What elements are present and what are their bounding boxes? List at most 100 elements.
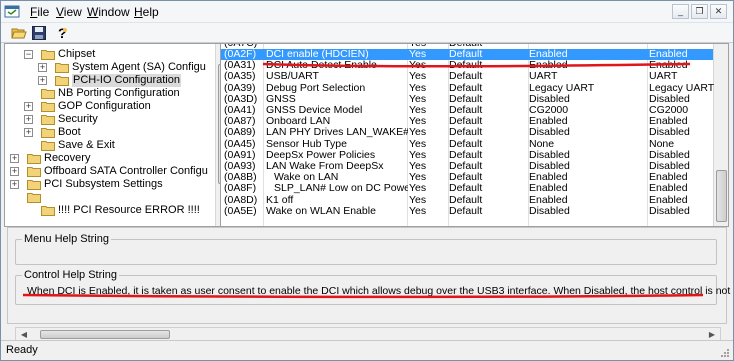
minimize-button[interactable]: _ [672,4,689,19]
grid-row[interactable]: (0A39) Debug Port Selection Yes Default Lega… [221,82,714,94]
grid-cell-current: Disabled [649,205,690,217]
menu-file[interactable]: File [30,5,49,19]
expand-icon[interactable]: + [38,76,47,85]
help-question-icon[interactable]: ? [54,25,70,41]
menu-help[interactable]: Help [134,5,159,19]
tree-item[interactable]: + Boot [5,126,213,139]
grid-row[interactable]: (0A8D) K1 off Yes Default Enabled Enabled [221,195,713,206]
grid-cell-default: Enabled [529,116,568,128]
status-bar: Ready [1,340,733,360]
tree-item[interactable]: Save & Exit [5,139,213,152]
expand-icon[interactable]: + [24,102,33,111]
menu-window[interactable]: Window [87,5,130,19]
grid-cell-id: (0A91) [224,149,256,161]
grid-cell-id: (0A41) [224,105,256,116]
menu-window-label: indow [98,5,130,19]
folder-icon [41,89,55,99]
grid-cell-id: (0A39) [224,82,256,94]
grid-cell-default: Disabled [529,149,570,161]
grid-cell-type: Default [449,49,483,60]
tree-item[interactable]: + System Agent (SA) Configu [5,61,213,74]
app-icon [4,5,20,18]
tree-item-label: NB Porting Configuration [58,87,180,99]
resize-grip-icon[interactable] [718,346,730,358]
folder-icon [41,128,55,138]
tree-item[interactable]: + PCH-IO Configuration [5,74,213,87]
tree-item[interactable]: + PCI Subsystem Settings [5,178,213,191]
grid-cell-type: Default [449,116,483,128]
grid-cell-default: None [529,138,555,150]
expand-icon[interactable]: + [38,63,47,72]
tree-item[interactable] [5,191,213,204]
grid-cell-edit: Yes [409,161,427,172]
grid-cell-id: (0A89) [224,127,256,139]
grid-cell-current: Enabled [649,172,688,184]
grid-cell-current: Legacy UART [649,82,715,94]
save-disk-icon[interactable] [31,25,47,41]
expand-icon[interactable]: + [10,154,19,163]
open-folder-icon[interactable] [11,25,27,41]
expand-icon[interactable]: + [10,167,19,176]
grid-row[interactable]: (0A91) DeepSx Power Policies Yes Default Dis… [221,150,713,161]
tree-item[interactable]: + Security [5,113,213,126]
grid-cell-edit: Yes [409,116,427,128]
grid-row[interactable]: (0A89) LAN PHY Drives LAN_WAKE# Yes Default… [221,127,713,138]
tree-item[interactable]: NB Porting Configuration [5,87,213,100]
window-buttons: _ ❐ ✕ [672,4,727,19]
tree-item[interactable]: !!!! PCI Resource ERROR !!!! [5,204,213,217]
grid-row[interactable]: (0A8B) Wake on LAN Yes Default Enabled Enable… [221,172,713,183]
grid-cell-name: LAN Wake From DeepSx [266,161,384,172]
close-button[interactable]: ✕ [710,4,727,19]
grid-cell-id: (0A45) [224,138,256,150]
grid-cell-edit: Yes [409,194,427,206]
expand-icon[interactable]: + [24,128,33,137]
expand-icon[interactable]: + [10,180,19,189]
grid-row[interactable]: (0A31) DCI Auto Detect Enable Yes Default En… [221,60,713,71]
grid-cell-edit: Yes [409,93,427,105]
grid-cell-name: DCI enable (HDCIEN) [266,49,369,60]
grid-cell-current: Disabled [649,127,690,139]
grid-cell-default: Enabled [529,194,568,206]
expand-icon[interactable]: + [24,115,33,124]
grid-cell-default: Legacy UART [529,82,595,94]
grid-cell-name: LAN PHY Drives LAN_WAKE# [266,127,408,139]
folder-icon [27,154,41,164]
grid-row[interactable]: (0A87) Onboard LAN Yes Default Enabled Enable… [221,116,713,127]
grid-cell-current: Enabled [649,116,688,128]
tree-item-label: System Agent (SA) Configu [72,61,206,73]
grid-row[interactable]: (0A8F) SLP_LAN# Low on DC Power Yes Default… [221,183,713,194]
grid-row[interactable]: (0A35) USB/UART Yes Default UART UART [221,71,713,82]
grid-row[interactable]: (0A5E) Wake on WLAN Enable Yes Default Disab… [221,206,713,217]
restore-button[interactable]: ❐ [691,4,708,19]
tree-item-label: Chipset [58,48,96,60]
collapse-icon[interactable]: − [24,50,33,59]
tree-item[interactable]: − Chipset [5,48,213,61]
menu-help-label: elp [142,5,159,19]
grid-cell-edit: Yes [409,172,427,184]
grid-row[interactable]: (0A2F) DCI enable (HDCIEN) Yes Default Enabl… [221,49,713,60]
grid-row[interactable]: (0A93) LAN Wake From DeepSx Yes Default Disa… [221,161,713,172]
control-help-text: When DCI is Enabled, it is taken as user… [27,285,733,297]
grid-cell-current: CG2000 [649,105,689,116]
grid-row[interactable]: (0A45) Sensor Hub Type Yes Default None None [221,139,713,150]
folder-icon [41,206,55,216]
grid-cell-type: Default [449,127,483,139]
grid-cell-type: Default [449,161,483,172]
tree-item[interactable]: + Recovery [5,152,213,165]
settings-grid: (0A7C) Yes Default (0A2F) DCI enable (HDCIEN… [220,43,729,227]
grid-cell-default: Enabled [529,49,568,60]
tree-item[interactable]: + Offboard SATA Controller Configu [5,165,213,178]
grid-cell-default: Enabled [529,60,568,72]
grid-cell-current: Disabled [649,149,690,161]
tree-item-label: PCH-IO Configuration [72,74,181,87]
grid-cell-id: (0A8D) [224,194,258,206]
tree-item[interactable]: + GOP Configuration [5,100,213,113]
grid-row[interactable]: (0A41) GNSS Device Model Yes Default CG2000 C… [221,105,713,116]
menu-view[interactable]: View [56,5,82,19]
grid-cell-default: Disabled [529,93,570,105]
menu-help-box: Menu Help String [15,233,717,265]
horizontal-scroll-thumb[interactable] [40,330,170,339]
grid-row[interactable]: (0A3D) GNSS Yes Default Disabled Disabled [221,94,713,105]
grid-cell-default: Enabled [529,172,568,184]
grid-cell-current: Enabled [649,183,688,195]
